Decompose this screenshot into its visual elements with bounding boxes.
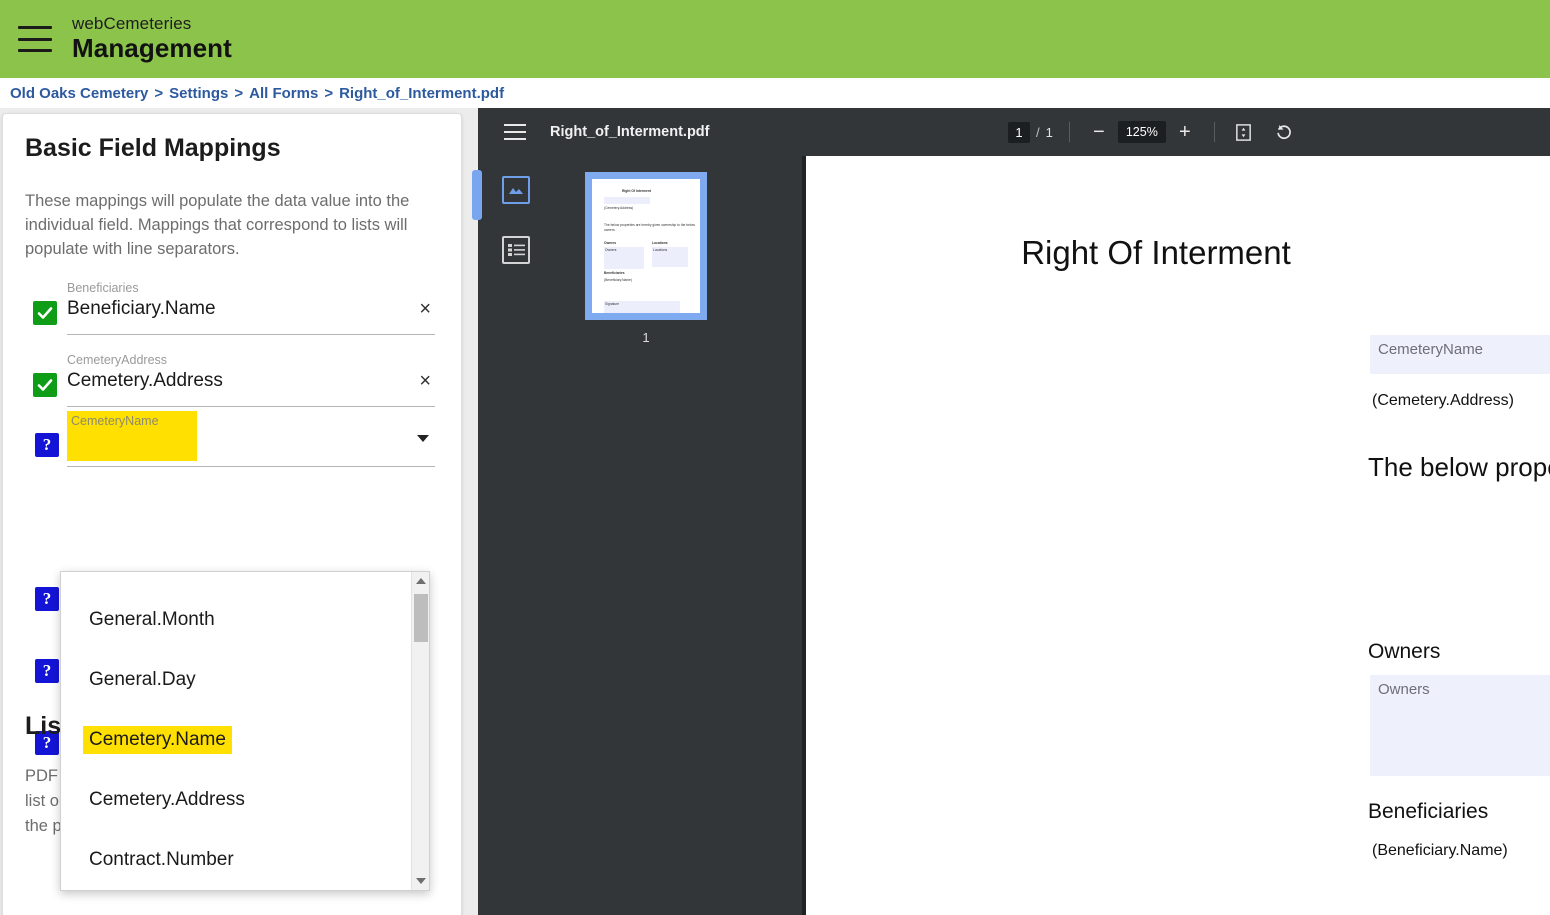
panel-description: These mappings will populate the data va… — [25, 192, 410, 258]
dropdown-option-contract-number[interactable]: Contract.Number — [61, 830, 406, 890]
select-field-label: CemeteryName — [71, 414, 159, 428]
zoom-in-button[interactable]: + — [1172, 119, 1198, 145]
page-thumbnail[interactable]: Right Of Interment (Cemetery.Address) Th… — [585, 172, 707, 345]
pdf-document-page: Right Of Interment CemeteryName (Cemeter… — [806, 156, 1550, 915]
fit-page-icon[interactable] — [1231, 119, 1257, 145]
brand: webCemeteries Management — [72, 15, 232, 61]
mapping-field-label: CemeteryAddress — [67, 353, 168, 367]
mapping-row-beneficiaries: Beneficiaries Beneficiary.Name × — [33, 279, 435, 335]
breadcrumb: Old Oaks Cemetery > Settings > All Forms… — [0, 78, 1550, 108]
mapping-field-label: Beneficiaries — [67, 281, 139, 295]
dropdown-option-general-month[interactable]: General.Month — [61, 590, 406, 650]
mapping-field[interactable]: CemeteryAddress Cemetery.Address × — [67, 351, 435, 407]
mapping-row-cemetery-name: ? CemeteryName — [33, 411, 435, 467]
cemetery-name-form-field[interactable]: CemeteryName — [1370, 335, 1550, 374]
toolbar-divider — [1213, 122, 1215, 142]
pdf-menu-icon[interactable] — [504, 124, 526, 140]
broken-image-icon: ? — [35, 659, 59, 683]
breadcrumb-item-0[interactable]: Old Oaks Cemetery — [10, 85, 148, 102]
brand-large-text: Management — [72, 33, 232, 63]
broken-image-icon: ? — [35, 433, 59, 457]
sidebar-accent-bar — [472, 170, 482, 220]
beneficiaries-heading: Beneficiaries — [1368, 800, 1489, 823]
cemetery-address-text: (Cemetery.Address) — [1372, 392, 1514, 409]
document-title: Right Of Interment — [1021, 234, 1291, 271]
pdf-toolbar-controls: 1 / 1 − 125% + — [1008, 108, 1297, 156]
hamburger-icon[interactable] — [18, 26, 52, 52]
field-highlight: CemeteryName — [67, 411, 197, 461]
field-placeholder: Owners — [1378, 681, 1430, 698]
document-paragraph: The below properties are hereby given ow… — [1368, 452, 1550, 482]
page-total: 1 — [1045, 124, 1053, 140]
scroll-up-arrow-icon[interactable] — [412, 572, 429, 590]
dropdown-option-label: Cemetery.Name — [83, 726, 232, 754]
dropdown-option-label: Contract.Number — [89, 849, 234, 870]
zoom-out-button[interactable]: − — [1086, 119, 1112, 145]
dropdown-option-general-day[interactable]: General.Day — [61, 650, 406, 710]
dropdown-option-label: General.Day — [89, 669, 196, 690]
thumbnail-frame: Right Of Interment (Cemetery.Address) Th… — [585, 172, 707, 320]
breadcrumb-separator: > — [324, 84, 334, 102]
breadcrumb-item-1[interactable]: Settings — [169, 85, 228, 102]
rotate-counterclockwise-icon[interactable] — [1271, 119, 1297, 145]
breadcrumb-separator: > — [234, 84, 244, 102]
page-number-input[interactable]: 1 — [1008, 121, 1030, 143]
pdf-sidebar: Right Of Interment (Cemetery.Address) Th… — [472, 156, 802, 915]
beneficiary-name-text: (Beneficiary.Name) — [1372, 842, 1508, 859]
pdf-filename: Right_of_Interment.pdf — [550, 124, 710, 140]
cemetery-name-select[interactable]: CemeteryName — [67, 411, 435, 467]
document-outline-icon[interactable] — [502, 236, 530, 264]
left-panel: Basic Field Mappings These mappings will… — [0, 108, 478, 915]
owners-heading: Owners — [1368, 640, 1441, 663]
cemetery-name-dropdown[interactable]: General.Month General.Day Cemetery.Name … — [60, 571, 430, 891]
scroll-down-arrow-icon[interactable] — [412, 872, 429, 890]
app-header: webCemeteries Management — [0, 0, 1550, 78]
dropdown-option-cemetery-name[interactable]: Cemetery.Name — [61, 710, 406, 770]
mapping-field-value: Cemetery.Address — [67, 370, 223, 391]
breadcrumb-separator: > — [154, 84, 164, 102]
mapping-checkbox[interactable] — [33, 301, 57, 325]
thumbnail-view-icon[interactable] — [502, 176, 530, 204]
page-separator: / — [1036, 124, 1040, 140]
mapping-field[interactable]: Beneficiaries Beneficiary.Name × — [67, 279, 435, 335]
field-placeholder: CemeteryName — [1378, 341, 1484, 358]
pdf-toolbar: Right_of_Interment.pdf 1 / 1 − 125% + — [478, 108, 1550, 156]
breadcrumb-item-3[interactable]: Right_of_Interment.pdf — [339, 85, 504, 102]
zoom-level-value[interactable]: 125% — [1117, 121, 1166, 143]
dropdown-option-label: Cemetery.Address — [89, 789, 245, 810]
mapping-checkbox[interactable] — [33, 373, 57, 397]
mapping-row-cemetery-address: CemeteryAddress Cemetery.Address × — [33, 351, 435, 407]
thumbnail-page-label: 1 — [642, 330, 650, 345]
broken-image-icon: ? — [35, 587, 59, 611]
thumbnail-page-preview: Right Of Interment (Cemetery.Address) Th… — [592, 179, 700, 313]
brand-small-text: webCemeteries — [72, 14, 192, 33]
clear-icon[interactable]: × — [419, 299, 431, 319]
chevron-down-icon[interactable] — [417, 435, 429, 442]
dropdown-option-cemetery-address[interactable]: Cemetery.Address — [61, 770, 406, 830]
breadcrumb-item-2[interactable]: All Forms — [249, 85, 318, 102]
pdf-viewer: Right_of_Interment.pdf 1 / 1 − 125% + Ri… — [472, 108, 1550, 915]
clear-icon[interactable]: × — [419, 371, 431, 391]
dropdown-option-label: General.Month — [89, 609, 215, 630]
owners-form-field[interactable]: Owners — [1370, 675, 1550, 776]
dropdown-scrollbar[interactable] — [411, 572, 429, 890]
toolbar-divider — [1068, 122, 1070, 142]
mapping-field-value: Beneficiary.Name — [67, 298, 216, 319]
page-title: Basic Field Mappings — [25, 134, 281, 162]
scrollbar-thumb[interactable] — [414, 594, 428, 642]
